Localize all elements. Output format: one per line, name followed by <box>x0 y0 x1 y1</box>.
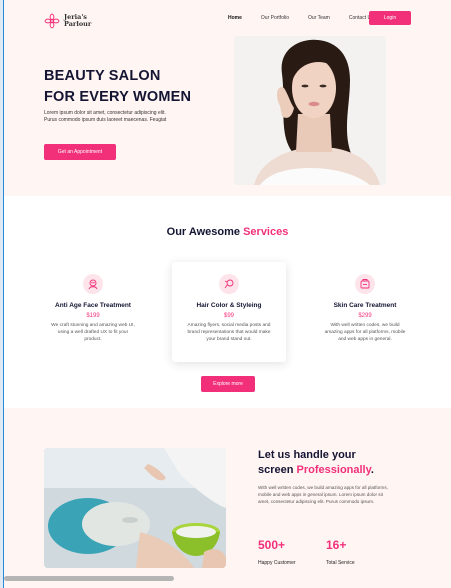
service-card-skin-care[interactable]: Skin Care Treatment $299 With well writt… <box>308 262 422 362</box>
nav-home[interactable]: Home <box>228 15 242 21</box>
about-title-accent: Professionally <box>296 464 371 476</box>
stat-happy-customer: 500+ Happy Customer <box>258 538 296 566</box>
service-title: Anti Age Face Treatment <box>55 302 131 309</box>
stat-value: 500+ <box>258 538 286 552</box>
service-title: Skin Care Treatment <box>333 302 397 309</box>
service-card-hair-color[interactable]: Hair Color & Styleing $99 Amazing flyers… <box>172 262 286 362</box>
face-care-icon <box>83 274 103 294</box>
stat-total-service: 16+ Total Service <box>326 538 355 566</box>
hero-title-line1: BEAUTY SALON <box>44 68 161 84</box>
nav-team[interactable]: Our Team <box>308 15 330 21</box>
stat-label: Happy Customer <box>258 560 296 566</box>
about-title-end: . <box>370 464 374 476</box>
facial-treatment-photo <box>44 448 226 568</box>
nav-portfolio[interactable]: Our Portfolio <box>261 15 289 21</box>
brand-name-line2: Parlour <box>64 20 92 28</box>
about-description: With well written codes, we build amazin… <box>258 485 388 504</box>
service-price: $299 <box>358 313 372 319</box>
service-description: Amazing flyers, social media posts and b… <box>187 323 271 342</box>
service-description: We craft stunning and amazing web UI, us… <box>51 323 135 342</box>
horizontal-scrollbar[interactable] <box>4 576 174 581</box>
about-title-line2: screen Professionally. <box>258 463 374 478</box>
services-title-accent: Services <box>243 226 289 238</box>
hair-dryer-icon <box>219 274 239 294</box>
hero-description: Lorem ipsum dolor sit amet, consectetur … <box>44 110 167 123</box>
service-description: With well written codes, we build amazin… <box>324 323 406 342</box>
about-section: Let us handle your screen Professionally… <box>4 408 451 588</box>
stat-value: 16+ <box>326 538 347 552</box>
stat-label: Total Service <box>326 560 355 566</box>
services-title: Our Awesome Services <box>4 226 451 238</box>
services-title-plain: Our Awesome <box>166 226 244 238</box>
about-title: Let us handle your screen Professionally… <box>258 448 374 478</box>
hero-title-line2: FOR EVERY WOMEN <box>44 89 192 105</box>
about-title-line2-plain: screen <box>258 464 297 476</box>
page: Jeria's Parlour Home Our Portfolio Our T… <box>4 0 451 588</box>
brand-logo[interactable]: Jeria's Parlour <box>44 13 91 29</box>
login-button[interactable]: Login <box>369 11 411 25</box>
brand-name: Jeria's Parlour <box>64 14 91 28</box>
service-card-anti-age[interactable]: Anti Age Face Treatment $199 We craft st… <box>36 262 150 362</box>
get-appointment-button[interactable]: Get an Appointment <box>44 144 116 160</box>
explore-more-button[interactable]: Explore more <box>201 376 255 392</box>
hero-section: Jeria's Parlour Home Our Portfolio Our T… <box>4 0 451 196</box>
service-price: $199 <box>86 313 100 319</box>
hero-title: BEAUTY SALON FOR EVERY WOMEN <box>44 66 191 108</box>
service-title: Hair Color & Styleing <box>196 302 262 309</box>
service-price: $99 <box>223 313 234 319</box>
hero-model-photo <box>234 36 386 185</box>
flower-logo-icon <box>44 13 60 29</box>
about-title-line1: Let us handle your <box>258 449 356 461</box>
main-nav: Home Our Portfolio Our Team Contact Us <box>228 15 393 21</box>
skin-care-icon <box>355 274 375 294</box>
